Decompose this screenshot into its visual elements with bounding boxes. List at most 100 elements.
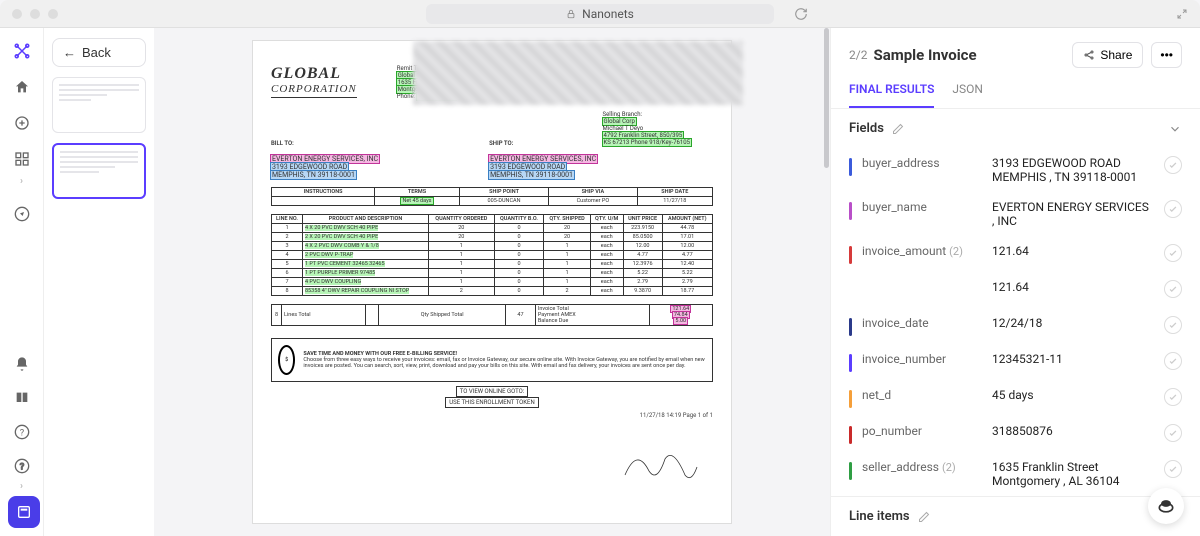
bill-to: BILL TO: EVERTON ENERGY SERVICES, INC 31…: [271, 130, 379, 179]
field-name: invoice_date: [862, 316, 982, 330]
field-color-bar: [849, 462, 852, 480]
field-value: 12345321-11: [992, 352, 1154, 366]
check-circle-icon[interactable]: [1164, 388, 1182, 406]
svg-text:?: ?: [19, 461, 24, 472]
field-color-bar: [849, 282, 852, 300]
check-circle-icon[interactable]: [1164, 352, 1182, 370]
page-thumbnail-2[interactable]: [52, 143, 146, 199]
lock-icon: [566, 9, 576, 19]
arrow-left-icon: ←: [63, 45, 76, 60]
help-icon[interactable]: ?: [13, 423, 31, 441]
field-name: seller_address (2): [862, 460, 982, 474]
page-counter: 2/2: [849, 48, 867, 62]
field-color-bar: [849, 390, 852, 408]
doc-title: Sample Invoice: [873, 46, 976, 64]
assistant-button[interactable]: [1148, 488, 1184, 524]
field-value: 318850876: [992, 424, 1154, 438]
signature: [621, 443, 701, 483]
field-value: 121.64: [992, 244, 1154, 258]
view-online-box: TO VIEW ONLINE GOTO:: [456, 386, 528, 397]
field-name: net_d: [862, 388, 982, 402]
results-tabs: FINAL RESULTS JSON: [831, 68, 1200, 109]
chevron-right-icon[interactable]: ›: [20, 481, 23, 492]
fields-section-header[interactable]: Fields: [831, 109, 1200, 148]
table-row: 22 X 20 PVC DWV SCH 40 PIPE20020each85.0…: [272, 233, 713, 242]
table-row: 42 PVC DWV P-TRAP101each4.774.77: [272, 251, 713, 260]
nav-rail: › ? ? ›: [0, 28, 44, 536]
svg-text:?: ?: [19, 427, 24, 438]
add-icon[interactable]: [13, 114, 31, 132]
field-value: 3193 EDGEWOOD ROAD MEMPHIS , TN 39118-00…: [992, 156, 1154, 184]
url-pill[interactable]: Nanonets: [426, 4, 774, 24]
check-circle-icon[interactable]: [1164, 460, 1182, 478]
pencil-icon[interactable]: [918, 511, 930, 523]
field-color-bar: [849, 202, 852, 220]
field-row[interactable]: invoice_number 12345321-11: [849, 344, 1182, 380]
traffic-dot: [48, 9, 58, 19]
expand-icon[interactable]: [1176, 8, 1188, 20]
field-value: 45 days: [992, 388, 1154, 402]
pencil-icon[interactable]: [892, 123, 904, 135]
dock-button[interactable]: [8, 496, 40, 528]
field-name: po_number: [862, 424, 982, 438]
table-row: 14 X 20 PVC DWV SCH 40 PIPE20020each223.…: [272, 224, 713, 233]
app-logo-icon[interactable]: [13, 42, 31, 60]
field-color-bar: [849, 246, 852, 264]
home-icon[interactable]: [13, 78, 31, 96]
field-row[interactable]: net_d 45 days: [849, 380, 1182, 416]
field-value: EVERTON ENERGY SERVICES , INC: [992, 200, 1154, 228]
back-label: Back: [82, 45, 111, 60]
field-row[interactable]: seller_address (2) 1635 Franklin Street …: [849, 452, 1182, 496]
browser-chrome: Nanonets: [0, 0, 1200, 28]
back-button[interactable]: ← Back: [52, 38, 146, 67]
check-circle-icon[interactable]: [1164, 200, 1182, 218]
check-circle-icon[interactable]: [1164, 280, 1182, 298]
field-color-bar: [849, 318, 852, 336]
tab-json[interactable]: JSON: [952, 82, 983, 108]
explore-icon[interactable]: [13, 205, 31, 223]
site-name: Nanonets: [582, 7, 634, 21]
support-icon[interactable]: ?: [13, 457, 31, 475]
field-color-bar: [849, 158, 852, 176]
more-button[interactable]: •••: [1151, 42, 1182, 68]
lineitems-section-header[interactable]: Line items: [831, 496, 1200, 536]
field-row[interactable]: invoice_date 12/24/18: [849, 308, 1182, 344]
field-row[interactable]: buyer_address 3193 EDGEWOOD ROAD MEMPHIS…: [849, 148, 1182, 192]
table-row: 51 PT PVC CEMENT 32465 32465101each12.39…: [272, 260, 713, 269]
field-value: 12/24/18: [992, 316, 1154, 330]
apps-icon[interactable]: [13, 150, 31, 168]
check-circle-icon[interactable]: [1164, 316, 1182, 334]
share-icon: [1083, 49, 1095, 61]
field-name: buyer_name: [862, 200, 982, 214]
ship-to: SHIP TO: EVERTON ENERGY SERVICES, INC 31…: [489, 130, 597, 179]
company-header: GLOBAL CORPORATION: [271, 65, 357, 100]
chevron-down-icon[interactable]: [1168, 122, 1182, 136]
check-circle-icon[interactable]: [1164, 244, 1182, 262]
field-row[interactable]: invoice_amount (2) 121.64: [849, 236, 1182, 272]
field-row[interactable]: 121.64: [849, 272, 1182, 308]
thumbnail-column: ← Back: [44, 28, 154, 536]
results-panel: 2/2 Sample Invoice Share ••• FINAL RESUL…: [830, 28, 1200, 536]
page-thumbnail-1[interactable]: [52, 77, 146, 133]
selling-branch: Selling Branch: Global Corp Michael T De…: [603, 111, 691, 146]
field-color-bar: [849, 354, 852, 372]
share-button[interactable]: Share: [1072, 42, 1143, 68]
page-footer: 11/27/18 14:19 Page 1 of 1: [271, 412, 713, 419]
document-viewer[interactable]: GLOBAL CORPORATION Remit To: Global Corp…: [154, 28, 830, 536]
field-row[interactable]: po_number 318850876: [849, 416, 1182, 452]
field-color-bar: [849, 426, 852, 444]
field-name: invoice_number: [862, 352, 982, 366]
book-icon[interactable]: [13, 389, 31, 407]
field-name: invoice_amount (2): [862, 244, 982, 258]
table-row: 61 PT PURPLE PRIMER 97485101each5.225.22: [272, 269, 713, 278]
field-row[interactable]: buyer_name EVERTON ENERGY SERVICES , INC: [849, 192, 1182, 236]
field-value: 1635 Franklin Street Montgomery , AL 361…: [992, 460, 1154, 488]
reload-icon[interactable]: [794, 7, 808, 21]
traffic-dot: [12, 9, 22, 19]
check-circle-icon[interactable]: [1164, 424, 1182, 442]
line-items-table: LINE NO.PRODUCT AND DESCRIPTIONQUANTITY …: [271, 214, 713, 296]
check-circle-icon[interactable]: [1164, 156, 1182, 174]
tab-final-results[interactable]: FINAL RESULTS: [849, 82, 934, 108]
chevron-right-icon[interactable]: ›: [20, 176, 23, 187]
bell-icon[interactable]: [13, 355, 31, 373]
